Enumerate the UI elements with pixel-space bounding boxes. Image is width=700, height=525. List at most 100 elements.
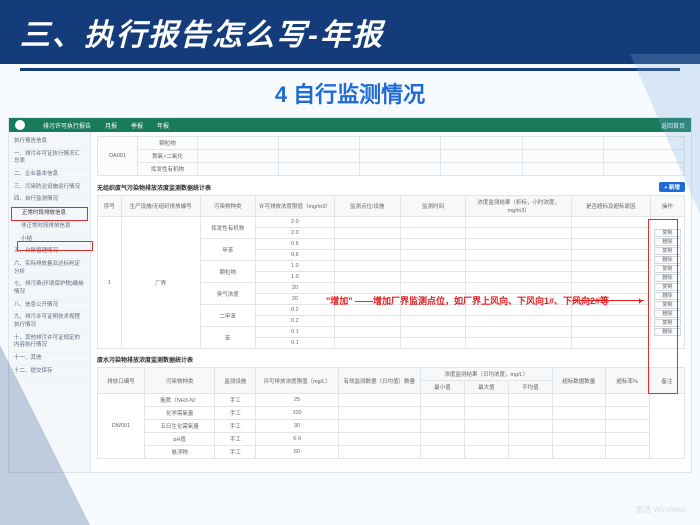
col-header: 排放口编号 bbox=[98, 368, 145, 394]
title-underline bbox=[20, 68, 680, 71]
col-header: 监测时间 bbox=[400, 196, 466, 217]
monitor-method: 手工 bbox=[215, 420, 256, 433]
sidebar-item[interactable]: 二、企业基本信息 bbox=[11, 169, 88, 182]
pollutant-name: 臭气浓度 bbox=[200, 283, 255, 305]
limit-value: 25 bbox=[256, 394, 338, 407]
sidebar-item[interactable]: 九、排污许可证明技术规程执行情况 bbox=[11, 312, 88, 332]
pollutant-name: pH值 bbox=[144, 433, 214, 446]
col-header: 备注 bbox=[649, 368, 684, 394]
op-button[interactable]: 复制 bbox=[654, 319, 681, 327]
app-logo bbox=[15, 120, 25, 130]
sidebar-item[interactable]: 三、污染防治设施运行情况 bbox=[11, 182, 88, 195]
col-header: 许可排放浓度限值（mg/m3） bbox=[255, 196, 334, 217]
nav-quarter[interactable]: 季报 bbox=[131, 121, 143, 130]
sidebar-item[interactable]: 一、排污许可证执行情况汇总表 bbox=[11, 149, 88, 169]
limit-value: 0.1 bbox=[255, 327, 334, 338]
op-button[interactable]: 删除 bbox=[654, 292, 681, 300]
pollutant-name: 氨氮（NH3-N） bbox=[144, 394, 214, 407]
unorganized-emission-table: 序号生产设施/无组织排放编号污染物种类许可排放浓度限值（mg/m3）监测点位/设… bbox=[97, 195, 685, 349]
sidebar-item[interactable]: 非正常时段排放信息 bbox=[11, 221, 88, 234]
limit-value: 30 bbox=[256, 420, 338, 433]
op-button[interactable]: 复制 bbox=[654, 283, 681, 291]
slide-subtitle: 4 自行监测情况 bbox=[0, 77, 700, 109]
nav-year[interactable]: 年报 bbox=[157, 121, 169, 130]
monitor-method: 手工 bbox=[215, 433, 256, 446]
op-button[interactable]: 复制 bbox=[654, 247, 681, 255]
row-index: 1 bbox=[98, 217, 122, 349]
limit-value: 0.6 bbox=[255, 250, 334, 261]
sidebar-item[interactable]: 六、实际排放量及达标判定分析 bbox=[11, 259, 88, 279]
pollutant-cell: 颗粒物 bbox=[138, 137, 198, 150]
wastewater-table: 排放口编号污染物种类监测设施许可排放浓度限值（mg/L）有效监测数据（日均值）数… bbox=[97, 367, 685, 459]
col-header: 监测设施 bbox=[215, 368, 256, 394]
monitor-method: 手工 bbox=[215, 446, 256, 459]
outlet-id: DW001 bbox=[98, 394, 145, 459]
col-header: 污染物种类 bbox=[144, 368, 214, 394]
col-header: 许可排放浓度限值（mg/L） bbox=[256, 368, 338, 394]
sub-header: 最小值 bbox=[420, 381, 464, 394]
pollutant-cell: 氮氧×二氧化 bbox=[138, 150, 198, 163]
limit-value: 0.2 bbox=[255, 305, 334, 316]
col-header: 浓度监测结果（日均浓度，mg/L） bbox=[420, 368, 552, 381]
col-header: 浓度监测结果（折标，小时浓度，mg/m3） bbox=[466, 196, 571, 217]
limit-value: 0.6 bbox=[255, 239, 334, 250]
op-button[interactable]: 删除 bbox=[654, 238, 681, 246]
col-header: 有效监测数据（日均值）数量 bbox=[338, 368, 420, 394]
nav-month[interactable]: 月报 bbox=[105, 121, 117, 130]
ops-cell: 复制删除复制删除复制删除复制删除复制删除复制删除 bbox=[650, 217, 684, 349]
limit-value: 6-9 bbox=[256, 433, 338, 446]
col-header: 超标数据数量 bbox=[552, 368, 605, 394]
limit-value: 0.2 bbox=[255, 316, 334, 327]
pollutant-name: 颗粒物 bbox=[200, 261, 255, 283]
op-button[interactable]: 删除 bbox=[654, 310, 681, 318]
pollutant-name: 挥发性有机物 bbox=[200, 217, 255, 239]
app-topbar: 排污许可执行报告 月报 季报 年报 返回首页 bbox=[9, 118, 691, 132]
section2-title: 废水污染物排放浓度监测数据统计表 bbox=[97, 355, 685, 364]
op-button[interactable]: 删除 bbox=[654, 274, 681, 282]
limit-value: 1.0 bbox=[255, 272, 334, 283]
pollutant-cell: 挥发性有机物 bbox=[138, 163, 198, 176]
outlet-id: DA001 bbox=[98, 137, 138, 176]
col-header: 超标率% bbox=[605, 368, 649, 394]
limit-value: 20 bbox=[255, 294, 334, 305]
section1-title: 无组织废气污染物排放浓度监测数据统计表 + 新增 bbox=[97, 182, 685, 192]
sidebar-item[interactable]: 七、排污费(环境保护税)缴纳情况 bbox=[11, 279, 88, 299]
limit-value: 0.1 bbox=[255, 338, 334, 349]
monitor-method: 手工 bbox=[215, 407, 256, 420]
row-location: 厂界 bbox=[121, 217, 200, 349]
sub-header: 平均值 bbox=[508, 381, 552, 394]
limit-value: 60 bbox=[256, 446, 338, 459]
op-button[interactable]: 复制 bbox=[654, 229, 681, 237]
op-button[interactable]: 复制 bbox=[654, 265, 681, 273]
col-header: 污染物种类 bbox=[200, 196, 255, 217]
pollutant-name: 悬浮物 bbox=[144, 446, 214, 459]
sidebar-item[interactable]: 五、台账管理情况 bbox=[11, 246, 88, 259]
pollutant-name: 苯 bbox=[200, 327, 255, 349]
limit-value: 2.0 bbox=[255, 217, 334, 228]
monitor-method: 手工 bbox=[215, 394, 256, 407]
col-header: 监测点位/设施 bbox=[334, 196, 400, 217]
pollutant-name: 二甲苯 bbox=[200, 305, 255, 327]
limit-value: 100 bbox=[256, 407, 338, 420]
limit-value: 20 bbox=[255, 283, 334, 294]
op-button[interactable]: 复制 bbox=[654, 301, 681, 309]
slide-header: 三、执行报告怎么写-年报 bbox=[0, 0, 700, 64]
sidebar-item[interactable]: 四、自行监测情况 bbox=[11, 194, 88, 207]
sidebar-item[interactable]: 小结 bbox=[11, 234, 88, 247]
pollutant-name: 化学需氧量 bbox=[144, 407, 214, 420]
top-summary-table: DA001 颗粒物 氮氧×二氧化 挥发性有机物 bbox=[97, 136, 685, 176]
pollutant-name: 五日生化需氧量 bbox=[144, 420, 214, 433]
sidebar-item[interactable]: 执行报告信息 bbox=[11, 136, 88, 149]
slide-title: 三、执行报告怎么写-年报 bbox=[20, 10, 384, 54]
op-button[interactable]: 删除 bbox=[654, 328, 681, 336]
pollutant-name: 甲苯 bbox=[200, 239, 255, 261]
app-name: 排污许可执行报告 bbox=[43, 121, 91, 130]
col-header: 生产设施/无组织排放编号 bbox=[121, 196, 200, 217]
limit-value: 1.0 bbox=[255, 261, 334, 272]
limit-value: 2.0 bbox=[255, 228, 334, 239]
sidebar-item[interactable]: 八、信息公开情况 bbox=[11, 300, 88, 313]
sidebar-item[interactable]: 正常时段排放信息 bbox=[11, 207, 88, 221]
main-content: DA001 颗粒物 氮氧×二氧化 挥发性有机物 无组织废气污染物排放浓度监测数据… bbox=[91, 132, 691, 472]
op-button[interactable]: 删除 bbox=[654, 256, 681, 264]
sub-header: 最大值 bbox=[464, 381, 508, 394]
